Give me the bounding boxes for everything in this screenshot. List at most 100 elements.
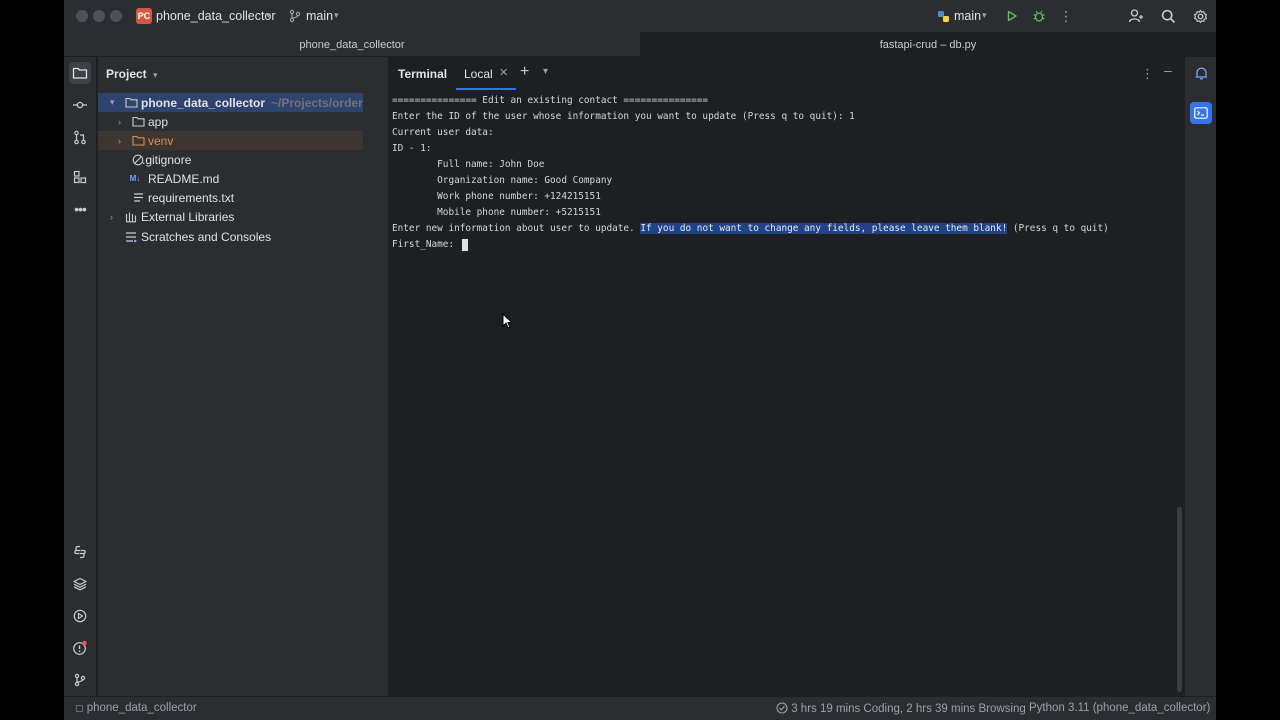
window-minimize-button[interactable] [93,10,105,22]
terminal-header: Terminal Local ✕ + ▾ ⋮ – [389,57,1184,90]
editor-tab-phone-data-collector[interactable]: phone_data_collector [64,32,640,57]
more-icon[interactable]: ⋮ [1141,66,1154,82]
terminal-line: Mobile phone number: +5215151 [392,207,601,218]
tree-item-app[interactable]: › app [98,112,363,131]
terminal-output[interactable]: =============== Edit an existing contact… [392,93,1172,253]
interpreter-selector[interactable]: Python 3.11 (phone_data_collector) [1029,702,1210,714]
run-config-selector[interactable]: main [954,9,981,23]
branch-selector[interactable]: main [306,9,333,23]
tree-item-label: requirements.txt [148,190,235,205]
chevron-down-icon[interactable]: ▾ [543,66,548,77]
scratches-icon [124,230,138,244]
window-close-button[interactable] [76,10,88,22]
chevron-down-icon: ▾ [982,10,987,20]
python-icon [934,7,952,25]
search-icon[interactable] [1159,7,1177,25]
terminal-line: Enter the ID of the user whose informati… [392,111,855,122]
chevron-down-icon: ▾ [266,10,271,20]
problems-icon[interactable] [69,637,91,659]
commit-icon[interactable] [69,94,91,116]
terminal-line: Work phone number: +124215151 [392,191,601,202]
tree-item-label: phone_data_collector [141,95,266,110]
python-console-icon[interactable] [69,541,91,563]
chevron-down-icon: ▾ [334,10,339,20]
tree-item-external-libraries[interactable]: › External Libraries [98,207,363,226]
left-tool-strip: ••• [64,57,97,696]
terminal-prompt-line: Enter new information about user to upda… [392,221,1172,237]
terminal-line: ID - 1: [392,143,432,154]
tree-item-label: Scratches and Consoles [141,229,272,244]
project-panel: Project ▾ ▾ phone_data_collector ~/Projec… [98,57,363,696]
tree-item-path-hint: ~/Projects/orders/scrip [271,95,363,110]
terminal-scrollbar[interactable] [1177,507,1182,692]
more-icon[interactable]: ⋮ [1057,7,1075,25]
branch-icon [286,7,304,25]
tree-item-scratches[interactable]: Scratches and Consoles [98,227,363,246]
title-bar: PC phone_data_collector ▾ main ▾ main ▾ … [64,0,1216,32]
notifications-icon[interactable] [1190,62,1212,84]
ide-window: PC phone_data_collector ▾ main ▾ main ▾ … [64,0,1216,720]
window-zoom-button[interactable] [110,10,122,22]
terminal-tab-local[interactable]: Local [464,67,493,81]
prompt-text: (Press q to quit) [1007,223,1109,234]
time-tracking-widget[interactable]: 3 hrs 19 mins Coding, 2 hrs 39 mins Brow… [776,702,1026,715]
layers-icon[interactable] [69,573,91,595]
project-panel-header[interactable]: Project ▾ [106,67,158,81]
tree-item-label: External Libraries [141,209,235,224]
run-icon[interactable] [1003,7,1021,25]
status-breadcrumb[interactable]: ▢ phone_data_collector [75,702,197,714]
tree-item-label: app [148,114,169,129]
chevron-right-icon[interactable]: › [118,136,121,146]
terminal-line: =============== Edit an existing contact… [392,95,709,106]
debug-icon[interactable] [1030,7,1048,25]
terminal-line: Organization name: Good Company [392,175,613,186]
project-selector[interactable]: phone_data_collector [156,9,276,23]
terminal-line: Full name: John Doe [392,159,545,170]
folder-icon: ▢ [75,703,84,713]
selected-text: If you do not want to change any fields,… [640,223,1008,234]
tree-item-label: .gitignore [142,152,192,167]
input-prompt: First_Name: [392,239,460,250]
folder-icon [124,96,138,110]
editor-tab-strip: phone_data_collector fastapi-crud – db.p… [64,32,1216,57]
services-icon[interactable] [69,605,91,627]
tree-item-label: venv [148,133,174,148]
more-icon[interactable]: ••• [69,198,91,220]
chevron-right-icon[interactable]: › [118,117,121,127]
chevron-right-icon[interactable]: › [110,212,113,222]
add-user-icon[interactable] [1127,7,1145,25]
terminal-icon[interactable] [1190,102,1212,124]
project-badge: PC [136,8,152,24]
pull-request-icon[interactable] [69,126,91,148]
folder-icon[interactable] [69,62,91,84]
gear-icon[interactable] [1191,7,1209,25]
tree-item-requirements[interactable]: requirements.txt [98,188,363,207]
right-tool-strip [1184,57,1216,696]
editor-tab-db-py[interactable]: fastapi-crud – db.py [640,32,1216,57]
tree-item-readme[interactable]: M↓ README.md [98,169,363,188]
active-tab-indicator [456,88,516,90]
mouse-pointer-icon [502,313,513,329]
tree-item-gitignore[interactable]: .gitignore [98,150,363,169]
git-icon[interactable] [69,669,91,691]
terminal-line: Current user data: [392,127,494,138]
terminal-cursor [461,238,468,251]
status-bar: ▢ phone_data_collector 3 hrs 19 mins Cod… [64,696,1216,720]
tree-item-venv[interactable]: › venv [98,131,363,150]
folder-icon [131,134,145,148]
structure-icon[interactable] [69,166,91,188]
terminal-title: Terminal [398,67,448,81]
tree-item-label: README.md [148,171,220,186]
terminal-panel: Terminal Local ✕ + ▾ ⋮ – ===============… [389,57,1184,696]
chevron-down-icon: ▾ [153,70,158,80]
text-file-icon [131,191,145,205]
terminal-input-line[interactable]: First_Name: [392,237,1172,253]
library-icon [124,210,138,224]
check-circle-icon [776,702,788,714]
add-terminal-icon[interactable]: + [520,63,529,81]
close-icon[interactable]: ✕ [499,66,508,79]
chevron-down-icon[interactable]: ▾ [110,97,115,108]
panel-splitter[interactable] [363,57,389,696]
tree-item-project-root[interactable]: ▾ phone_data_collector ~/Projects/orders/… [98,93,363,112]
minimize-icon[interactable]: – [1164,62,1172,78]
